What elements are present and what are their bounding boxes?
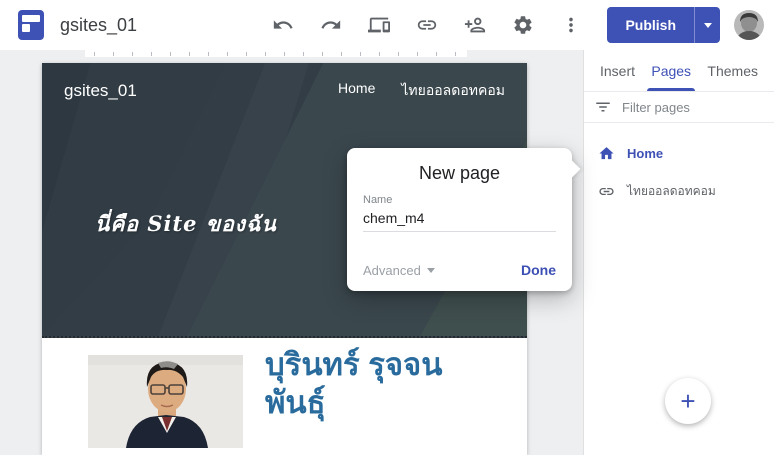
devices-icon xyxy=(368,14,390,36)
page-item-home[interactable]: Home xyxy=(584,141,774,165)
gear-icon xyxy=(512,14,534,36)
page-item-label: Home xyxy=(627,146,663,161)
name-field-label: Name xyxy=(363,194,556,206)
person-name[interactable]: บุรินทร์ รุจจน พันธุ์ xyxy=(265,346,505,422)
publish-dropdown-button[interactable] xyxy=(694,7,720,43)
more-vert-icon xyxy=(560,14,582,36)
sidebar-tabs: Insert Pages Themes xyxy=(584,50,774,92)
person-photo xyxy=(88,355,243,448)
advanced-label: Advanced xyxy=(363,263,421,278)
chevron-down-icon xyxy=(704,23,712,28)
advanced-toggle[interactable]: Advanced xyxy=(363,263,435,278)
link-icon xyxy=(598,183,615,200)
site-nav-home[interactable]: Home xyxy=(338,80,375,102)
top-toolbar: gsites_01 Publish xyxy=(0,0,774,50)
page-name-input[interactable] xyxy=(363,206,556,232)
logo-square xyxy=(22,24,30,32)
undo-icon xyxy=(272,14,294,36)
device-preview-button[interactable] xyxy=(359,5,399,45)
tab-themes[interactable]: Themes xyxy=(705,50,760,91)
add-page-fab[interactable]: + xyxy=(665,378,711,424)
settings-button[interactable] xyxy=(503,5,543,45)
google-sites-logo[interactable] xyxy=(18,10,44,40)
site-content-section[interactable]: บุรินทร์ รุจจน พันธุ์ xyxy=(42,338,527,455)
redo-button[interactable] xyxy=(311,5,351,45)
undo-button[interactable] xyxy=(263,5,303,45)
filter-icon xyxy=(594,98,612,116)
site-nav: Home ไทยออลดอทคอม xyxy=(338,80,505,102)
pages-list: Home ไทยออลดอทคอม xyxy=(584,123,774,203)
logo-bar xyxy=(22,15,40,22)
layout-ruler xyxy=(85,50,467,57)
site-title[interactable]: gsites_01 xyxy=(64,81,137,101)
toolbar-actions: Publish xyxy=(263,5,764,45)
person-name-line1: บุรินทร์ รุจจน xyxy=(265,346,505,384)
filter-pages-input[interactable] xyxy=(622,100,752,115)
redo-icon xyxy=(320,14,342,36)
link-icon xyxy=(416,14,438,36)
site-nav-thai[interactable]: ไทยออลดอทคอม xyxy=(401,80,505,102)
tab-pages[interactable]: Pages xyxy=(649,50,693,91)
document-title[interactable]: gsites_01 xyxy=(60,15,137,36)
tab-insert[interactable]: Insert xyxy=(598,50,637,91)
dialog-footer: Advanced Done xyxy=(363,262,556,278)
more-menu-button[interactable] xyxy=(551,5,591,45)
person-name-line2: พันธุ์ xyxy=(265,384,505,422)
page-item-thai-link[interactable]: ไทยออลดอทคอม xyxy=(584,179,774,203)
hero-text[interactable]: นี่คือ Site ของฉัน xyxy=(95,208,277,241)
avatar-photo xyxy=(734,10,764,40)
share-button[interactable] xyxy=(455,5,495,45)
site-header-bar: gsites_01 Home ไทยออลดอทคอม xyxy=(42,63,527,102)
new-page-dialog: New page Name Advanced Done xyxy=(347,148,572,291)
home-icon xyxy=(598,145,615,162)
filter-pages-row xyxy=(584,92,774,123)
google-sites-editor: gsites_01 Publish xyxy=(0,0,774,455)
person-add-icon xyxy=(464,14,486,36)
publish-split-button: Publish xyxy=(607,7,720,43)
publish-button[interactable]: Publish xyxy=(607,7,694,43)
done-button[interactable]: Done xyxy=(521,262,556,278)
chevron-down-icon xyxy=(427,268,435,273)
copy-link-button[interactable] xyxy=(407,5,447,45)
right-sidebar: Insert Pages Themes Home ไทยออลดอทคอม + xyxy=(583,50,774,455)
account-avatar[interactable] xyxy=(734,10,764,40)
dialog-title: New page xyxy=(347,148,572,184)
page-item-label: ไทยออลดอทคอม xyxy=(627,182,716,201)
